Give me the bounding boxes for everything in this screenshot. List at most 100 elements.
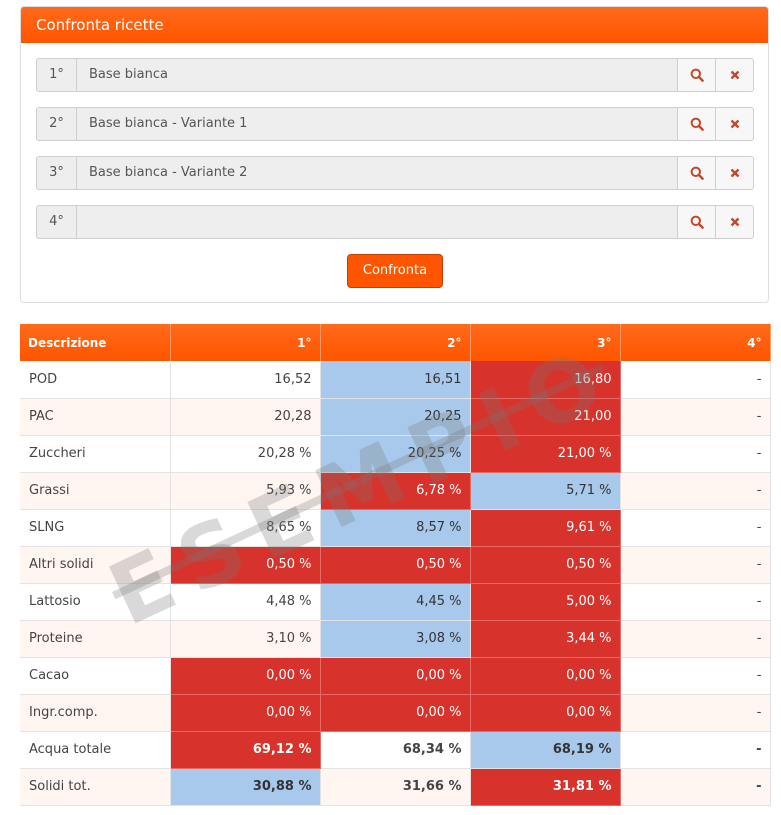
remove-button-3[interactable]	[716, 156, 754, 190]
row-label: Ingr.comp.	[20, 694, 171, 732]
recipe-row-1: 1° Base bianca	[36, 58, 754, 92]
comparison-table: Descrizione 1° 2° 3° 4° POD 16,52 16,51 …	[20, 324, 771, 806]
header-recipe-4: 4°	[620, 324, 771, 361]
search-button-1[interactable]	[678, 58, 716, 92]
row-label: Solidi tot.	[20, 768, 171, 806]
recipe-order-label: 3°	[36, 156, 76, 190]
value-recipe-4: -	[620, 546, 771, 584]
close-icon	[730, 217, 739, 227]
value-recipe-4: -	[620, 657, 771, 695]
recipe-order-label: 1°	[36, 58, 76, 92]
value-recipe-2: 31,66 %	[320, 768, 471, 806]
recipe-input-4[interactable]	[76, 205, 678, 239]
value-recipe-4: -	[620, 509, 771, 547]
value-recipe-2: 16,51	[320, 361, 471, 399]
table-row: Acqua totale 69,12 % 68,34 % 68,19 % -	[20, 731, 771, 769]
recipe-row-2: 2° Base bianca - Variante 1	[36, 107, 754, 141]
table-row: Altri solidi 0,50 % 0,50 % 0,50 % -	[20, 546, 771, 584]
value-recipe-1: 0,00 %	[170, 657, 321, 695]
table-row: Ingr.comp. 0,00 % 0,00 % 0,00 % -	[20, 694, 771, 732]
panel-title: Confronta ricette	[21, 7, 768, 43]
value-recipe-1: 0,50 %	[170, 546, 321, 584]
value-recipe-2: 3,08 %	[320, 620, 471, 658]
value-recipe-1: 30,88 %	[170, 768, 321, 806]
recipe-input-2[interactable]: Base bianca - Variante 1	[76, 107, 678, 141]
recipe-row-4: 4°	[36, 205, 754, 239]
recipe-input-1[interactable]: Base bianca	[76, 58, 678, 92]
value-recipe-3: 68,19 %	[470, 731, 621, 769]
close-icon	[730, 119, 739, 129]
row-label: Acqua totale	[20, 731, 171, 769]
value-recipe-4: -	[620, 435, 771, 473]
value-recipe-4: -	[620, 768, 771, 806]
recipe-order-label: 4°	[36, 205, 76, 239]
header-recipe-3: 3°	[470, 324, 621, 361]
header-description: Descrizione	[20, 324, 171, 361]
value-recipe-3: 0,50 %	[470, 546, 621, 584]
value-recipe-3: 0,00 %	[470, 657, 621, 695]
value-recipe-4: -	[620, 694, 771, 732]
table-header-row: Descrizione 1° 2° 3° 4°	[20, 324, 771, 361]
row-label: POD	[20, 361, 171, 399]
table-row: SLNG 8,65 % 8,57 % 9,61 % -	[20, 509, 771, 547]
value-recipe-1: 16,52	[170, 361, 321, 399]
value-recipe-3: 21,00 %	[470, 435, 621, 473]
value-recipe-3: 0,00 %	[470, 694, 621, 732]
search-button-4[interactable]	[678, 205, 716, 239]
value-recipe-2: 0,00 %	[320, 694, 471, 732]
search-button-3[interactable]	[678, 156, 716, 190]
search-icon	[690, 166, 704, 180]
value-recipe-4: -	[620, 361, 771, 399]
compare-button[interactable]: Confronta	[347, 254, 443, 288]
table-row: POD 16,52 16,51 16,80 -	[20, 361, 771, 399]
value-recipe-2: 0,50 %	[320, 546, 471, 584]
table-row: Proteine 3,10 % 3,08 % 3,44 % -	[20, 620, 771, 658]
value-recipe-4: -	[620, 620, 771, 658]
value-recipe-1: 69,12 %	[170, 731, 321, 769]
value-recipe-1: 8,65 %	[170, 509, 321, 547]
value-recipe-3: 5,71 %	[470, 472, 621, 510]
recipe-input-3[interactable]: Base bianca - Variante 2	[76, 156, 678, 190]
table-row: Cacao 0,00 % 0,00 % 0,00 % -	[20, 657, 771, 695]
close-icon	[730, 70, 739, 80]
search-icon	[690, 68, 704, 82]
value-recipe-1: 5,93 %	[170, 472, 321, 510]
value-recipe-2: 20,25	[320, 398, 471, 436]
value-recipe-4: -	[620, 472, 771, 510]
row-label: Grassi	[20, 472, 171, 510]
table-row: Solidi tot. 30,88 % 31,66 % 31,81 % -	[20, 768, 771, 806]
table-row: Grassi 5,93 % 6,78 % 5,71 % -	[20, 472, 771, 510]
row-label: Cacao	[20, 657, 171, 695]
row-label: Lattosio	[20, 583, 171, 621]
recipe-order-label: 2°	[36, 107, 76, 141]
value-recipe-3: 31,81 %	[470, 768, 621, 806]
value-recipe-2: 0,00 %	[320, 657, 471, 695]
value-recipe-1: 20,28	[170, 398, 321, 436]
row-label: Proteine	[20, 620, 171, 658]
value-recipe-1: 3,10 %	[170, 620, 321, 658]
value-recipe-2: 68,34 %	[320, 731, 471, 769]
value-recipe-3: 3,44 %	[470, 620, 621, 658]
value-recipe-1: 20,28 %	[170, 435, 321, 473]
remove-button-2[interactable]	[716, 107, 754, 141]
value-recipe-4: -	[620, 731, 771, 769]
remove-button-4[interactable]	[716, 205, 754, 239]
value-recipe-2: 8,57 %	[320, 509, 471, 547]
value-recipe-2: 4,45 %	[320, 583, 471, 621]
row-label: PAC	[20, 398, 171, 436]
row-label: SLNG	[20, 509, 171, 547]
row-label: Zuccheri	[20, 435, 171, 473]
search-button-2[interactable]	[678, 107, 716, 141]
value-recipe-4: -	[620, 398, 771, 436]
value-recipe-1: 4,48 %	[170, 583, 321, 621]
value-recipe-4: -	[620, 583, 771, 621]
search-icon	[690, 117, 704, 131]
value-recipe-3: 9,61 %	[470, 509, 621, 547]
close-icon	[730, 168, 739, 178]
header-recipe-1: 1°	[170, 324, 321, 361]
recipe-row-3: 3° Base bianca - Variante 2	[36, 156, 754, 190]
header-recipe-2: 2°	[320, 324, 471, 361]
table-row: PAC 20,28 20,25 21,00 -	[20, 398, 771, 436]
value-recipe-1: 0,00 %	[170, 694, 321, 732]
remove-button-1[interactable]	[716, 58, 754, 92]
